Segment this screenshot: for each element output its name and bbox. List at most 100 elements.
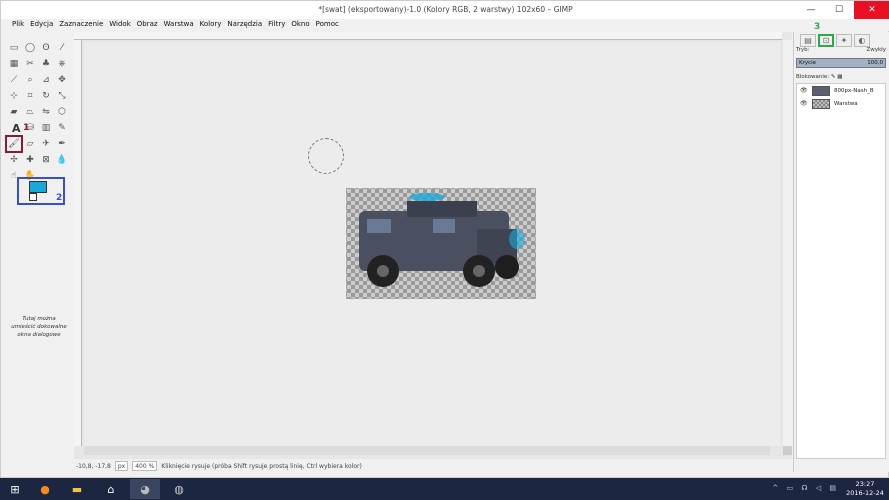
patterns-icon: ✦ — [840, 36, 848, 45]
windows-start-icon[interactable]: ⊞ — [0, 479, 30, 499]
tab-brushes[interactable]: ⊡ — [818, 34, 834, 47]
file-explorer-icon[interactable]: ▬ — [62, 479, 92, 499]
vertical-scrollbar[interactable] — [783, 40, 792, 446]
clock-time: 23:27 — [855, 480, 875, 488]
airbrush-icon[interactable]: ✈ — [39, 137, 53, 151]
brushes-icon: ⊡ — [822, 36, 830, 45]
paintbrush-icon[interactable]: 🖌 — [5, 135, 23, 153]
color-picker-icon[interactable]: ⟋ — [7, 73, 21, 87]
perspective-clone-icon[interactable]: ⊠ — [39, 153, 53, 167]
menu-widok[interactable]: Widok — [106, 19, 134, 31]
title-bar: *[swat] (eksportowany)-1.0 (Kolory RGB, … — [1, 1, 889, 19]
close-button[interactable]: ✕ — [854, 1, 889, 19]
rect-select-icon[interactable]: ▭ — [7, 41, 21, 55]
ink-icon[interactable]: ✒ — [55, 137, 69, 151]
window-title: *[swat] (eksportowany)-1.0 (Kolory RGB, … — [318, 5, 573, 14]
visibility-eye-icon[interactable]: 👁 — [800, 87, 808, 94]
fuzzy-select-icon[interactable]: ⁄ — [55, 41, 69, 55]
paint-app-icon[interactable]: ◍ — [164, 479, 194, 499]
taskbar-clock[interactable]: 23:27 2016-12-24 — [845, 480, 885, 498]
menu-okno[interactable]: Okno — [288, 19, 312, 31]
status-message: Kliknięcie rysuje (próba Shift rysuje pr… — [161, 462, 362, 470]
home-icon[interactable]: ⌂ — [96, 479, 126, 499]
layers-dock: 3 ▤ ⊡ ✦ ◐ Tryb: Zwykły Krycie 100,0 Blok… — [793, 22, 889, 472]
move-icon[interactable]: ✥ — [55, 73, 69, 87]
zoom-icon[interactable]: ⌕ — [23, 73, 37, 87]
opacity-label: Krycie — [799, 60, 817, 66]
background-color-swatch[interactable] — [29, 193, 37, 201]
lock-alpha-icon[interactable]: ▦ — [837, 74, 842, 80]
flip-icon[interactable]: ⇋ — [39, 105, 53, 119]
layer-row[interactable]: 👁 800px-Nash_B — [797, 84, 885, 97]
menu-zaznaczenie[interactable]: Zaznaczenie — [56, 19, 106, 31]
layer-name: Warstwa — [834, 100, 858, 107]
lock-pixels-icon[interactable]: ✎ — [831, 74, 836, 80]
vertical-ruler[interactable] — [74, 40, 82, 446]
image-window — [74, 32, 792, 459]
select-by-color-icon[interactable]: ▦ — [7, 57, 21, 71]
visibility-eye-icon[interactable]: 👁 — [800, 100, 808, 107]
opacity-value: 100,0 — [867, 60, 883, 66]
foreground-select-icon[interactable]: ♣ — [39, 57, 53, 71]
horizontal-scrollbar[interactable] — [84, 446, 770, 455]
rotate-icon[interactable]: ↻ — [39, 89, 53, 103]
tab-undo[interactable]: ◐ — [854, 34, 870, 47]
tab-layers[interactable]: ▤ — [800, 34, 816, 47]
eraser-icon[interactable]: ▱ — [23, 137, 37, 151]
image-layer-preview[interactable] — [346, 188, 536, 299]
ellipse-select-icon[interactable]: ◯ — [23, 41, 37, 55]
menu-kolory[interactable]: Kolory — [197, 19, 225, 31]
gimp-taskbar-icon[interactable]: ◕ — [130, 479, 160, 499]
menu-edycja[interactable]: Edycja — [27, 19, 56, 31]
zoom-select[interactable]: 400 % — [132, 461, 158, 471]
menu-bar: Plik Edycja Zaznaczenie Widok Obraz Wars… — [1, 19, 889, 31]
menu-obraz[interactable]: Obraz — [134, 19, 161, 31]
cage-icon[interactable]: ⬡ — [55, 105, 69, 119]
pencil-icon[interactable]: ✎ — [55, 121, 69, 135]
armored-truck-image — [359, 193, 525, 287]
clone-icon[interactable]: ✢ — [7, 153, 21, 167]
status-bar: -10,8, -17,8 px 400 % Kliknięcie rysuje … — [74, 460, 792, 472]
foreground-color-swatch[interactable] — [29, 181, 47, 193]
free-select-icon[interactable]: ʘ — [39, 41, 53, 55]
blend-icon[interactable]: ▥ — [39, 121, 53, 135]
layers-list: 👁 800px-Nash_B 👁 Warstwa — [796, 83, 886, 459]
lock-row: Blokowanie: ✎ ▦ — [796, 74, 842, 80]
navigate-button[interactable] — [783, 446, 792, 455]
undo-history-icon: ◐ — [858, 36, 866, 45]
menu-pomoc[interactable]: Pomoc — [313, 19, 342, 31]
menu-filtry[interactable]: Filtry — [265, 19, 288, 31]
minimize-button[interactable]: — — [798, 1, 824, 19]
unit-select[interactable]: px — [114, 461, 129, 471]
brush-outline-cursor — [308, 138, 344, 174]
firefox-icon[interactable]: ● — [30, 479, 60, 499]
paths-icon[interactable]: ⎈ — [55, 57, 69, 71]
system-tray[interactable]: ^ ▭ ☊ ◁ ▤ — [772, 484, 839, 492]
canvas[interactable] — [84, 42, 780, 446]
horizontal-ruler[interactable] — [74, 32, 782, 40]
menu-plik[interactable]: Plik — [9, 19, 27, 31]
dock-hint-text: Tutaj można umieścić dokowalne okna dial… — [11, 316, 67, 338]
crop-icon[interactable]: ⌗ — [23, 89, 37, 103]
mode-select[interactable]: Zwykły — [866, 47, 886, 53]
menu-narzedzia[interactable]: Narzędzia — [224, 19, 265, 31]
tab-patterns[interactable]: ✦ — [836, 34, 852, 47]
menu-warstwa[interactable]: Warstwa — [161, 19, 197, 31]
layer-row[interactable]: 👁 Warstwa — [797, 97, 885, 110]
gimp-window: *[swat] (eksportowany)-1.0 (Kolory RGB, … — [0, 0, 889, 478]
heal-icon[interactable]: ✚ — [23, 153, 37, 167]
toolbox: ▭ ◯ ʘ ⁄ ▦ ✂ ♣ ⎈ ⟋ ⌕ ⊿ ✥ ⊹ ⌗ ↻ ⤡ ▰ ⏢ ⇋ ⬡ ⛁ ▥ ✎ 🖌 ▱ ✈ ✒ ✢ ✚ ⊠ 💧 ☝ ✋ A 1 2 … — [5, 33, 73, 473]
annotation-letter-a: A — [12, 122, 21, 135]
measure-icon[interactable]: ⊿ — [39, 73, 53, 87]
scale-icon[interactable]: ⤡ — [55, 89, 69, 103]
blur-icon[interactable]: 💧 — [55, 153, 69, 167]
tool-grid: ▭ ◯ ʘ ⁄ ▦ ✂ ♣ ⎈ ⟋ ⌕ ⊿ ✥ ⊹ ⌗ ↻ ⤡ ▰ ⏢ ⇋ ⬡ ⛁ ▥ ✎ 🖌 ▱ ✈ ✒ ✢ ✚ ⊠ 💧 ☝ ✋ — [5, 41, 71, 184]
shear-icon[interactable]: ▰ — [7, 105, 21, 119]
scissors-select-icon[interactable]: ✂ — [23, 57, 37, 71]
maximize-button[interactable]: ☐ — [826, 1, 852, 19]
align-icon[interactable]: ⊹ — [7, 89, 21, 103]
perspective-icon[interactable]: ⏢ — [23, 105, 37, 119]
mode-label: Tryb: — [796, 47, 810, 53]
opacity-slider[interactable]: Krycie 100,0 — [796, 58, 886, 68]
layer-mode-row[interactable]: Tryb: Zwykły — [796, 47, 886, 53]
